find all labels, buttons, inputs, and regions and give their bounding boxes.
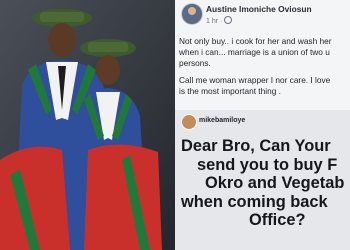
- post-line: Not only buy.. i cook for her and wash h…: [179, 36, 332, 46]
- author-avatar[interactable]: [181, 3, 203, 25]
- post-line: Call me woman wrapper I nor care. I love: [179, 75, 331, 85]
- embed-line: Dear Bro, Can Your: [181, 137, 331, 155]
- embed-line: when coming back: [181, 192, 328, 211]
- embed-username[interactable]: mikebamiloye: [199, 117, 245, 124]
- embed-line: Office?: [249, 211, 306, 230]
- graduation-photo: [0, 0, 175, 250]
- author-name[interactable]: Austine Imoniche Oviosun: [206, 4, 312, 14]
- post-text: Not only buy.. i cook for her and wash h…: [179, 36, 350, 97]
- post-header: Austine Imoniche Oviosun 1 hr ·: [175, 0, 350, 28]
- post-time[interactable]: 1 hr: [206, 18, 218, 25]
- globe-icon: [224, 16, 233, 24]
- embed-line: Okro and Vegetab: [205, 174, 345, 193]
- post-line: when i can... marriage is a union of two…: [179, 47, 330, 57]
- post-line: persons.: [179, 58, 211, 68]
- facebook-post: Austine Imoniche Oviosun 1 hr · Not only…: [175, 0, 350, 250]
- embed-line: send you to buy F: [197, 155, 338, 174]
- post-meta: 1 hr ·: [206, 16, 233, 25]
- embed-avatar[interactable]: [181, 114, 197, 130]
- meta-separator: ·: [220, 18, 223, 25]
- post-line: is the most important thing .: [179, 86, 281, 96]
- graduation-photo-illustration: [0, 0, 175, 250]
- embed-text: Dear Bro, Can Your send you to buy F Okr…: [181, 137, 350, 230]
- embedded-instagram-card[interactable]: mikebamiloye Dear Bro, Can Your send you…: [175, 110, 350, 250]
